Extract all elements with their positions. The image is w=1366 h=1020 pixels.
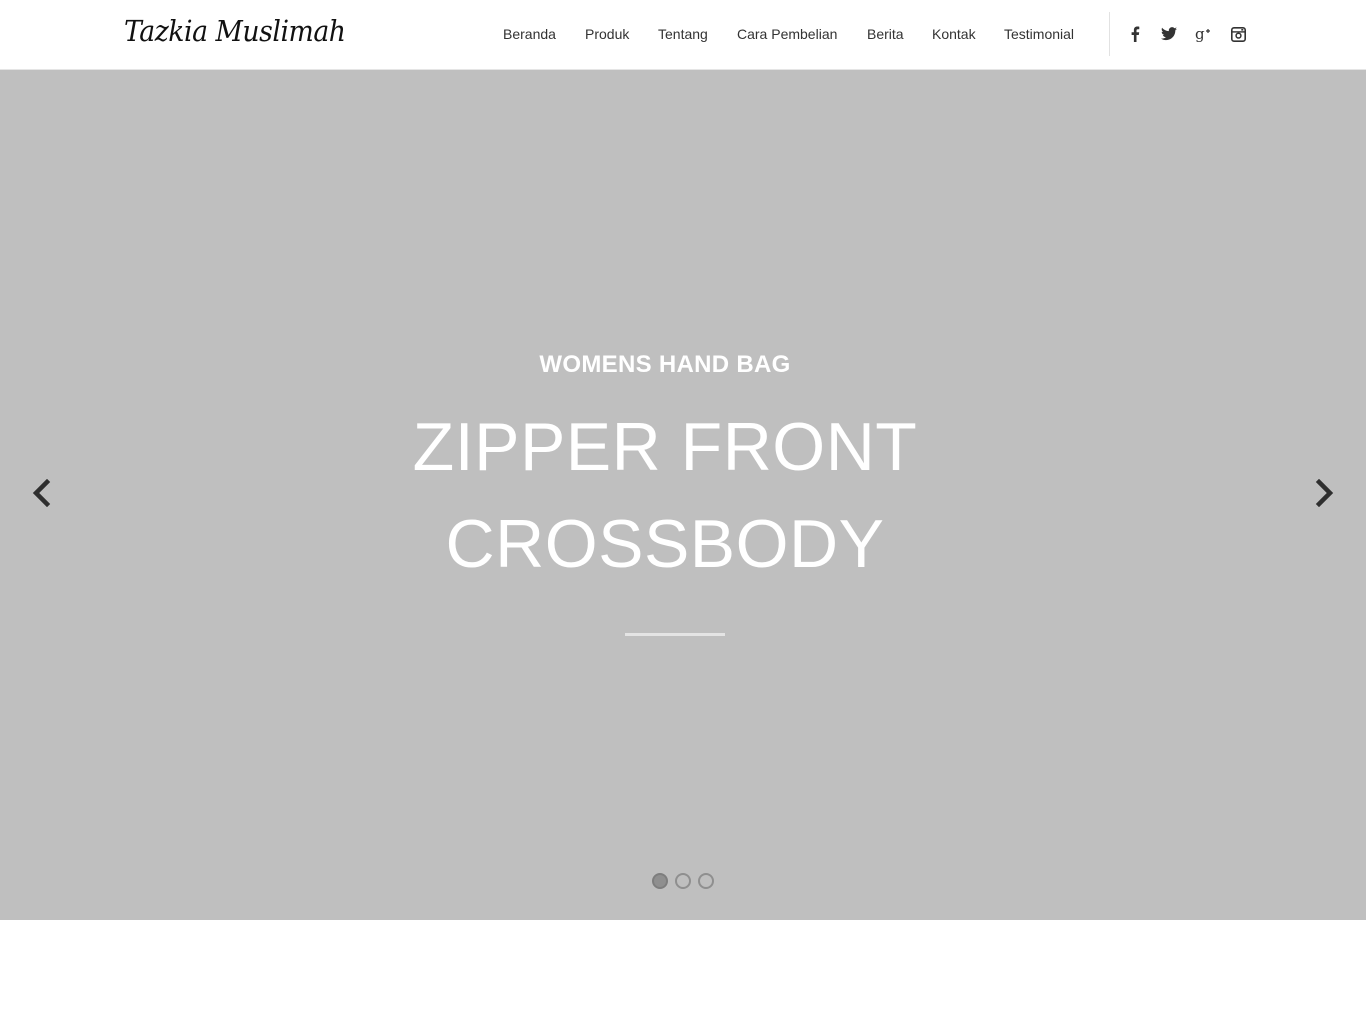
svg-text:g: g: [1195, 26, 1205, 42]
nav-item-produk[interactable]: Produk: [585, 26, 629, 42]
nav-item-tentang[interactable]: Tentang: [658, 26, 708, 42]
slider-dot-1[interactable]: [652, 873, 668, 889]
nav-item-berita[interactable]: Berita: [867, 26, 904, 42]
site-logo[interactable]: Tazkia Muslimah: [124, 14, 346, 48]
chevron-right-icon: [1315, 479, 1334, 507]
slider-dot-3[interactable]: [698, 873, 714, 889]
slide-headline-line2: CROSSBODY: [445, 506, 885, 582]
site-header: Tazkia Muslimah Beranda Produk Tentang C…: [0, 0, 1366, 70]
hero-slider: WOMENS HAND BAG ZIPPER FRONT CROSSBODY: [0, 70, 1366, 920]
instagram-icon[interactable]: [1228, 24, 1248, 44]
slide-underline: [625, 633, 725, 636]
facebook-icon[interactable]: [1125, 24, 1145, 44]
slider-prev-button[interactable]: [26, 478, 56, 508]
twitter-icon[interactable]: [1159, 24, 1179, 44]
slide-kicker: WOMENS HAND BAG: [539, 351, 791, 378]
nav-item-testimonial[interactable]: Testimonial: [1004, 26, 1074, 42]
chevron-left-icon: [32, 479, 51, 507]
slider-next-button[interactable]: [1310, 478, 1340, 508]
slide-headline-line1: ZIPPER FRONT: [412, 409, 918, 485]
nav-item-cara-pembelian[interactable]: Cara Pembelian: [737, 26, 837, 42]
nav-divider: [1109, 12, 1110, 56]
slider-dot-2[interactable]: [675, 873, 691, 889]
nav-item-beranda[interactable]: Beranda: [503, 26, 556, 42]
google-plus-icon[interactable]: g: [1193, 24, 1213, 44]
nav-item-kontak[interactable]: Kontak: [932, 26, 976, 42]
